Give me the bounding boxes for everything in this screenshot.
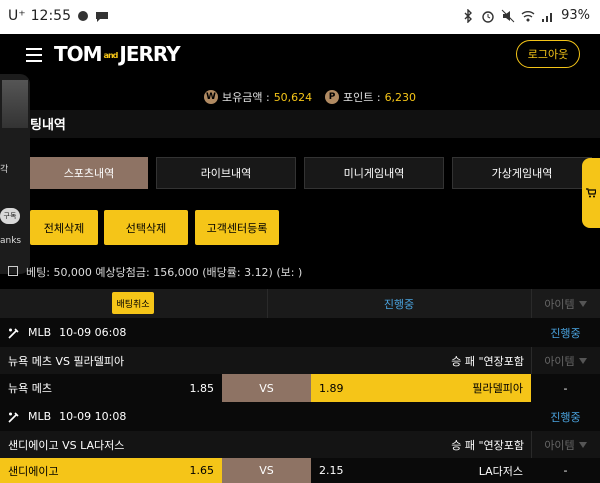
game-match-row: 뉴욕 메츠 VS 필라델피아 승 패 "연장포함 아이템 [0,347,600,374]
away-team: 필라델피아 [472,382,523,395]
signal-icon [542,12,553,22]
delete-selected-button[interactable]: 선택삭제 [104,210,188,245]
market-type: 승 패 "연장포함 [451,438,524,452]
game-odds-row: 뉴욕 메츠 1.85 VS 1.89 필라델피아 - [0,374,600,402]
money-balance: W 보유금액 : 50,624 [204,89,312,105]
league-name: MLB [28,410,52,423]
bet-summary-text: 베팅: 50,000 예상당첨금: 156,000 (배당률: 3.12) (보… [26,266,303,279]
tab-live[interactable]: 라이브내역 [156,157,296,189]
point-icon: P [325,90,339,104]
away-pick[interactable]: 2.15 LA다저스 [311,458,531,483]
item-dropdown[interactable]: 아이템 [531,431,600,458]
bluetooth-icon [464,8,473,23]
home-team: 샌디에이고 [8,464,59,478]
balance-bar: W 보유금액 : 50,624 P 포인트 : 6,230 [0,86,600,108]
home-pick[interactable]: 샌디에이고 1.65 [0,458,222,483]
game-match-row: 샌디에이고 VS LA다저스 승 패 "연장포함 아이템 [0,431,600,458]
carrier-label: U⁺ [8,8,26,24]
logo-and: and [103,51,119,60]
home-team: 뉴욕 메츠 [8,382,52,395]
clock: 12:55 [30,8,71,24]
league-info: MLB 10-09 06:08 [8,318,126,347]
cancel-bet-button[interactable]: 배팅취소 [112,292,154,314]
game-datetime: 10-09 06:08 [59,326,127,339]
result-value: - [563,464,568,477]
alarm-icon [482,10,494,23]
point-value: 6,230 [384,90,417,104]
league-info: MLB 10-09 10:08 [8,402,126,431]
select-checkbox[interactable] [8,266,18,276]
cart-icon[interactable] [582,158,600,228]
result-value: - [563,381,568,395]
overlay-text-2: anks [0,236,22,246]
point-label: 포인트 : [343,91,381,104]
home-odds: 1.85 [189,381,215,395]
away-pick[interactable]: 1.89 필라델피아 [311,374,531,402]
item-label: 아이템 [544,297,575,311]
support-register-button[interactable]: 고객센터등록 [195,210,279,245]
baseball-icon [8,411,19,423]
history-tabs: 스포츠내역 라이브내역 미니게임내역 가상게임내역 [30,157,600,191]
item-label: 아이템 [544,354,575,368]
logout-button[interactable]: 로그아웃 [516,40,580,68]
battery-level: 93% [561,8,590,23]
game-status: 진행중 [550,326,581,340]
overlay-text: 각 [0,165,9,175]
market-type: 승 패 "연장포함 [451,354,524,368]
game-header-row: MLB 10-09 06:08 진행중 [0,318,600,347]
vs-label: VS [222,374,311,402]
bet-summary: 베팅: 50,000 예상당첨금: 156,000 (배당률: 3.12) (보… [0,262,600,284]
match-name: 샌디에이고 VS LA다저스 [8,438,125,452]
away-odds: 2.15 [319,464,344,477]
money-label: 보유금액 : [222,91,270,104]
home-pick[interactable]: 뉴욕 메츠 1.85 [0,374,222,402]
floating-overlay[interactable]: 각 구독 anks [0,74,30,274]
money-icon: W [204,90,218,104]
game-header-row: MLB 10-09 10:08 진행중 [0,402,600,431]
wifi-icon [521,10,535,22]
chevron-down-icon [578,441,587,448]
site-logo[interactable]: TOM and JERRY [54,42,181,66]
point-balance: P 포인트 : 6,230 [325,89,416,105]
chevron-down-icon [578,357,587,364]
chat-icon [96,12,108,22]
site-header: TOM and JERRY 로그아웃 [0,34,600,78]
item-dropdown[interactable]: 아이템 [531,347,600,374]
game-odds-row: 샌디에이고 1.65 VS 2.15 LA다저스 - [0,458,600,483]
league-name: MLB [28,326,52,339]
item-label: 아이템 [544,438,575,452]
status-label: 진행중 [383,297,415,311]
away-team: LA다저스 [478,464,523,478]
mute-icon [501,9,515,22]
tab-virtual[interactable]: 가상게임내역 [452,157,592,189]
chevron-down-icon [578,300,587,307]
vs-label: VS [222,458,311,483]
table-header-row: 배팅취소 진행중 아이템 [0,289,600,318]
logo-end: JERRY [119,42,180,66]
match-name: 뉴욕 메츠 VS 필라델피아 [8,354,125,368]
page-title-band: 팅내역 [0,110,600,138]
game-status: 진행중 [550,410,581,424]
item-dropdown[interactable]: 아이템 [531,289,600,318]
tab-sports[interactable]: 스포츠내역 [30,157,148,189]
logo-main: TOM [54,42,103,66]
money-value: 50,624 [273,90,313,104]
subscribe-pill[interactable]: 구독 [0,208,20,224]
tab-minigame[interactable]: 미니게임내역 [304,157,444,189]
baseball-icon [8,327,19,339]
menu-icon[interactable] [26,48,42,62]
status-bar: U⁺ 12:55 93% [0,0,600,34]
away-odds: 1.89 [319,381,344,395]
delete-all-button[interactable]: 전체삭제 [30,210,98,245]
home-odds: 1.65 [189,464,215,477]
notification-icon [78,11,88,21]
overlay-thumbnail [2,80,28,128]
page-title: 팅내역 [30,118,66,133]
game-datetime: 10-09 10:08 [59,410,127,423]
